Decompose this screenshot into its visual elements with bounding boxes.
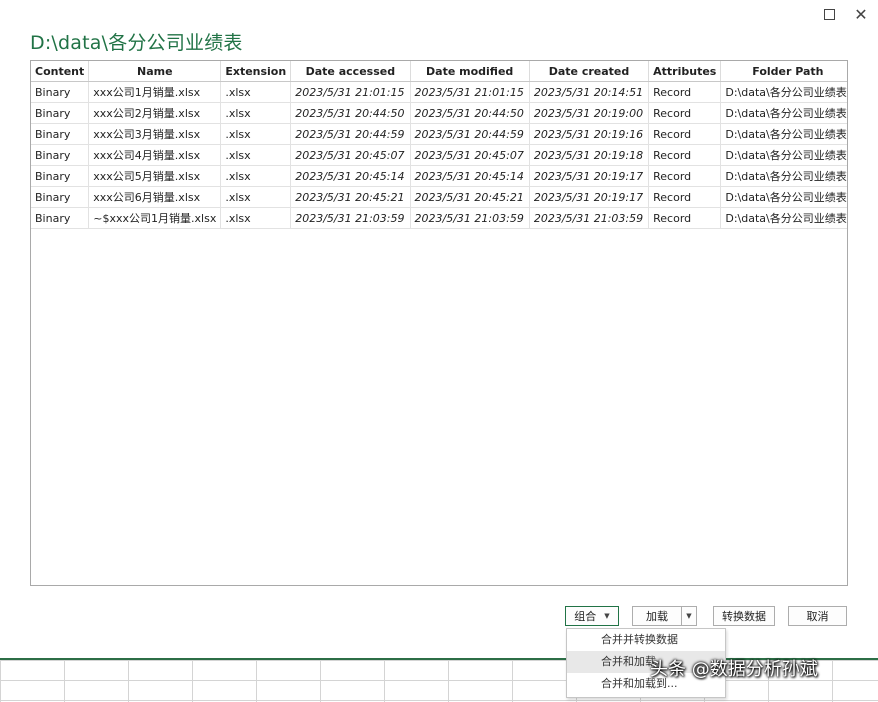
cell-attributes: Record: [648, 144, 722, 166]
table-row[interactable]: Binary ~$xxx公司1月销量.xlsx .xlsx 2023/5/31 21:…: [31, 207, 847, 229]
cell-date-modified: 2023/5/31 20:45:07: [410, 144, 530, 166]
cell-content: Binary: [31, 165, 90, 187]
cell-extension: .xlsx: [220, 144, 292, 166]
transform-data-button-label: 转换数据: [722, 610, 766, 623]
cell-attributes: Record: [648, 165, 722, 187]
cell-attributes: Record: [648, 186, 722, 208]
column-header-date-modified[interactable]: Date modified: [410, 61, 530, 82]
cell-date-accessed: 2023/5/31 20:44:50: [290, 102, 411, 124]
cell-attributes: Record: [648, 102, 722, 124]
cell-attributes: Record: [648, 81, 722, 103]
cell-date-modified: 2023/5/31 21:03:59: [410, 207, 530, 229]
cell-extension: .xlsx: [220, 165, 292, 187]
file-preview-grid: Content Name Extension Date accessed Dat…: [30, 60, 848, 586]
cell-content: Binary: [31, 123, 90, 145]
cell-folder-path: D:\data\各分公司业绩表\: [720, 186, 847, 208]
cancel-button[interactable]: 取消: [788, 606, 847, 626]
menu-item-combine-transform[interactable]: 合并并转换数据: [567, 629, 725, 651]
cell-date-accessed: 2023/5/31 20:45:07: [290, 144, 411, 166]
cell-date-modified: 2023/5/31 20:44:59: [410, 123, 530, 145]
cell-date-created: 2023/5/31 21:03:59: [529, 207, 650, 229]
table-header-row: Content Name Extension Date accessed Dat…: [31, 61, 847, 82]
column-header-name[interactable]: Name: [88, 61, 222, 82]
column-header-extension[interactable]: Extension: [220, 61, 292, 82]
cell-extension: .xlsx: [220, 81, 292, 103]
cell-name: xxx公司1月销量.xlsx: [88, 81, 222, 103]
cell-date-modified: 2023/5/31 20:45:21: [410, 186, 530, 208]
cell-content: Binary: [31, 102, 90, 124]
maximize-icon: [823, 8, 835, 20]
cancel-button-label: 取消: [806, 610, 829, 623]
table-row[interactable]: Binary xxx公司1月销量.xlsx .xlsx 2023/5/31 21:01…: [31, 81, 847, 103]
cell-folder-path: D:\data\各分公司业绩表\: [720, 144, 847, 166]
close-icon: ✕: [854, 4, 868, 24]
cell-name: xxx公司3月销量.xlsx: [88, 123, 222, 145]
column-header-content[interactable]: Content: [31, 61, 90, 82]
column-header-attributes[interactable]: Attributes: [648, 61, 722, 82]
cell-content: Binary: [31, 186, 90, 208]
column-header-date-accessed[interactable]: Date accessed: [290, 61, 411, 82]
combine-button[interactable]: 组合 ▼: [565, 606, 619, 626]
cell-extension: .xlsx: [220, 207, 292, 229]
caret-down-icon: ▼: [604, 612, 610, 620]
cell-content: Binary: [31, 81, 90, 103]
cell-extension: .xlsx: [220, 186, 292, 208]
cell-date-created: 2023/5/31 20:19:18: [529, 144, 650, 166]
table-body: Binary xxx公司1月销量.xlsx .xlsx 2023/5/31 21:01…: [31, 81, 847, 229]
cell-folder-path: D:\data\各分公司业绩表\: [720, 81, 847, 103]
table-row[interactable]: Binary xxx公司2月销量.xlsx .xlsx 2023/5/31 20:44…: [31, 102, 847, 124]
cell-date-accessed: 2023/5/31 20:45:21: [290, 186, 411, 208]
column-header-folder-path[interactable]: Folder Path: [720, 61, 847, 82]
cell-date-accessed: 2023/5/31 20:44:59: [290, 123, 411, 145]
cell-name: xxx公司2月销量.xlsx: [88, 102, 222, 124]
cell-folder-path: D:\data\各分公司业绩表\: [720, 102, 847, 124]
dialog-title: D:\data\各分公司业绩表: [30, 32, 243, 54]
cell-attributes: Record: [648, 123, 722, 145]
maximize-button[interactable]: [818, 4, 840, 24]
table-row[interactable]: Binary xxx公司3月销量.xlsx .xlsx 2023/5/31 20:44…: [31, 123, 847, 145]
cell-date-accessed: 2023/5/31 20:45:14: [290, 165, 411, 187]
column-header-date-created[interactable]: Date created: [529, 61, 650, 82]
cell-date-created: 2023/5/31 20:19:00: [529, 102, 650, 124]
cell-date-modified: 2023/5/31 20:44:50: [410, 102, 530, 124]
cell-folder-path: D:\data\各分公司业绩表\: [720, 165, 847, 187]
cell-extension: .xlsx: [220, 123, 292, 145]
cell-date-modified: 2023/5/31 21:01:15: [410, 81, 530, 103]
cell-name: xxx公司5月销量.xlsx: [88, 165, 222, 187]
load-button[interactable]: 加载: [632, 606, 682, 626]
cell-content: Binary: [31, 207, 90, 229]
cell-date-modified: 2023/5/31 20:45:14: [410, 165, 530, 187]
watermark: 头条 @数据分析孙斌: [650, 659, 818, 680]
close-button[interactable]: ✕: [850, 4, 872, 24]
cell-date-created: 2023/5/31 20:19:16: [529, 123, 650, 145]
load-button-label: 加载: [646, 610, 668, 623]
cell-date-created: 2023/5/31 20:19:17: [529, 165, 650, 187]
cell-folder-path: D:\data\各分公司业绩表\: [720, 123, 847, 145]
combine-button-label: 组合: [574, 610, 597, 623]
table-row[interactable]: Binary xxx公司4月销量.xlsx .xlsx 2023/5/31 20:45…: [31, 144, 847, 166]
cell-date-accessed: 2023/5/31 21:03:59: [290, 207, 411, 229]
table-row[interactable]: Binary xxx公司5月销量.xlsx .xlsx 2023/5/31 20:45…: [31, 165, 847, 187]
transform-data-button[interactable]: 转换数据: [713, 606, 775, 626]
cell-date-created: 2023/5/31 20:14:51: [529, 81, 650, 103]
cell-extension: .xlsx: [220, 102, 292, 124]
cell-name: xxx公司6月销量.xlsx: [88, 186, 222, 208]
cell-date-created: 2023/5/31 20:19:17: [529, 186, 650, 208]
cell-folder-path: D:\data\各分公司业绩表\: [720, 207, 847, 229]
cell-attributes: Record: [648, 207, 722, 229]
cell-date-accessed: 2023/5/31 21:01:15: [290, 81, 411, 103]
load-dropdown-button[interactable]: ▼: [681, 606, 697, 626]
cell-name: xxx公司4月销量.xlsx: [88, 144, 222, 166]
cell-content: Binary: [31, 144, 90, 166]
table-row[interactable]: Binary xxx公司6月销量.xlsx .xlsx 2023/5/31 20:45…: [31, 186, 847, 208]
cell-name: ~$xxx公司1月销量.xlsx: [88, 207, 222, 229]
file-table: Content Name Extension Date accessed Dat…: [31, 61, 847, 229]
caret-down-icon: ▼: [686, 612, 692, 620]
